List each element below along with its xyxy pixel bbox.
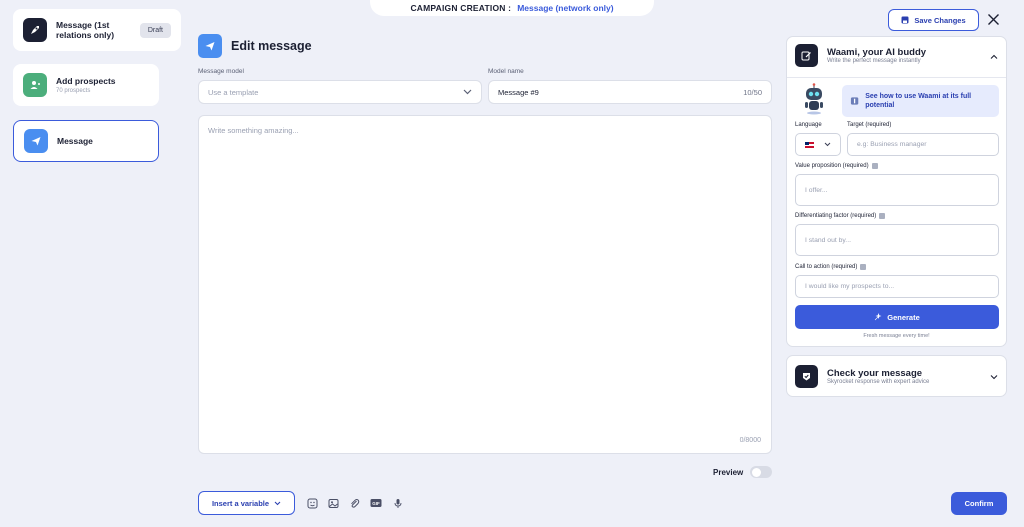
language-label-text: Language	[795, 122, 822, 128]
flag-icon	[805, 141, 814, 148]
waami-tutorial-link-text: See how to use Waami at its full potenti…	[865, 93, 972, 109]
sidebar-step-add-prospects[interactable]: Add prospects 70 prospects	[13, 64, 159, 106]
target-label: Target (required)	[847, 122, 891, 128]
image-icon[interactable]	[326, 496, 340, 510]
close-icon[interactable]	[986, 12, 1001, 27]
check-panel-title: Check your message	[827, 368, 923, 379]
emoji-icon[interactable]	[305, 496, 319, 510]
sidebar-step-message-first-relations[interactable]: Message (1st relations only) Draft	[13, 9, 181, 51]
campaign-banner-value: Message (network only)	[517, 3, 614, 13]
send-icon	[24, 129, 48, 153]
name-label: Model name	[488, 68, 524, 75]
sparkle-icon	[875, 313, 882, 321]
campaign-banner-label: CAMPAIGN CREATION :	[410, 3, 512, 13]
message-char-count: 0/8000	[739, 437, 761, 444]
rocket-icon	[23, 18, 47, 42]
differentiating-factor-label: Differentiating factor (required)	[795, 213, 886, 219]
language-label: Language	[795, 122, 822, 128]
edit-sparkle-icon	[795, 44, 818, 67]
info-icon	[871, 163, 878, 169]
save-icon	[901, 16, 909, 24]
target-placeholder: e.g: Business manager	[857, 141, 927, 148]
save-changes-button[interactable]: Save Changes	[888, 9, 979, 31]
target-input[interactable]: e.g: Business manager	[847, 133, 999, 156]
value-proposition-label: Value proposition (required)	[795, 163, 878, 169]
model-name-counter: 10/50	[743, 87, 762, 97]
divider	[787, 77, 1006, 78]
template-select-value: Use a template	[208, 87, 259, 97]
ai-panel-title: Waami, your AI buddy	[827, 47, 927, 58]
info-icon	[879, 213, 886, 219]
page-title: Edit message	[231, 39, 312, 53]
info-icon	[860, 264, 867, 270]
model-name-input[interactable]: Message #9 10/50	[488, 80, 772, 104]
value-proposition-label-text: Value proposition (required)	[795, 163, 869, 169]
call-to-action-label-text: Call to action (required)	[795, 264, 858, 270]
call-to-action-label: Call to action (required)	[795, 264, 867, 270]
waami-tutorial-link[interactable]: See how to use Waami at its full potenti…	[842, 85, 999, 117]
ai-buddy-panel: Waami, your AI buddy Write the perfect m…	[786, 36, 1007, 347]
preview-label: Preview	[713, 467, 744, 477]
generate-button[interactable]: Generate	[795, 305, 999, 329]
chevron-down-icon	[274, 501, 281, 505]
chevron-up-icon[interactable]	[990, 53, 998, 61]
ai-panel-subtitle: Write the perfect message instantly	[827, 58, 921, 64]
chevron-down-icon[interactable]	[990, 373, 998, 381]
value-proposition-placeholder: I offer...	[805, 186, 828, 194]
differentiating-factor-placeholder: I stand out by...	[805, 236, 851, 244]
step-subtitle: 70 prospects	[56, 88, 91, 94]
step-title: Message	[57, 136, 93, 146]
shield-check-icon	[795, 365, 818, 388]
insert-variable-button[interactable]: Insert a variable	[198, 491, 295, 515]
gif-icon[interactable]: GIF	[369, 496, 383, 510]
step-title: Add prospects	[56, 76, 116, 86]
check-message-panel[interactable]: Check your message Skyrocket response wi…	[786, 355, 1007, 397]
differentiating-factor-label-text: Differentiating factor (required)	[795, 213, 877, 219]
template-select[interactable]: Use a template	[198, 80, 482, 104]
editor-header: Edit message	[198, 34, 312, 58]
model-name-value: Message #9	[498, 87, 539, 97]
generate-label: Generate	[887, 312, 920, 322]
robot-mascot-icon	[805, 83, 823, 115]
check-panel-subtitle: Skyrocket response with expert advice	[827, 379, 930, 385]
draft-badge: Draft	[139, 22, 171, 38]
microphone-icon[interactable]	[391, 496, 405, 510]
book-icon	[850, 97, 859, 105]
svg-text:GIF: GIF	[372, 501, 380, 506]
confirm-button[interactable]: Confirm	[951, 492, 1007, 515]
fresh-note: Fresh message every time!	[863, 333, 930, 339]
paperclip-icon[interactable]	[347, 496, 361, 510]
language-select[interactable]	[795, 133, 841, 156]
check-panel-header: Check your message Skyrocket response wi…	[795, 365, 929, 388]
message-textarea[interactable]: Write something amazing... 0/8000	[198, 115, 772, 454]
campaign-banner: CAMPAIGN CREATION : Message (network onl…	[370, 0, 654, 16]
value-proposition-input[interactable]: I offer...	[795, 174, 999, 206]
chevron-down-icon	[824, 142, 831, 147]
user-add-icon	[23, 73, 47, 97]
call-to-action-placeholder: I would like my prospects to...	[805, 283, 895, 290]
target-label-text: Target (required)	[847, 122, 892, 128]
call-to-action-input[interactable]: I would like my prospects to...	[795, 275, 999, 298]
ai-panel-header[interactable]: Waami, your AI buddy Write the perfect m…	[795, 44, 926, 67]
sidebar-step-message-active[interactable]: Message	[13, 120, 159, 162]
model-label: Message model	[198, 68, 244, 75]
step-title: Message (1st relations only)	[56, 20, 115, 40]
preview-toggle[interactable]	[750, 466, 773, 478]
preview-toggle-group: Preview	[713, 466, 773, 478]
insert-variable-label: Insert a variable	[211, 498, 270, 508]
differentiating-factor-input[interactable]: I stand out by...	[795, 224, 999, 256]
chevron-down-icon	[463, 89, 472, 95]
message-placeholder: Write something amazing...	[208, 126, 299, 135]
save-changes-label: Save Changes	[914, 15, 966, 25]
send-icon	[198, 34, 222, 58]
